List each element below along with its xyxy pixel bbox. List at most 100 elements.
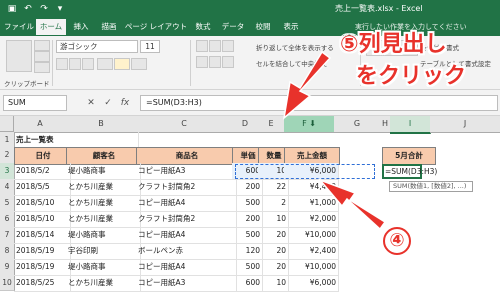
date-cell[interactable]: 2018/5/14 (14, 227, 71, 244)
customer-cell[interactable]: 堤小路商事 (66, 259, 141, 276)
customize-icon[interactable]: ▾ (54, 3, 66, 15)
column-header-b[interactable]: B (66, 116, 137, 133)
column-header-f-label: F (302, 119, 307, 128)
column-header-c[interactable]: C (136, 116, 233, 133)
sheet-title-cell[interactable]: 売上一覧表 (14, 132, 139, 148)
column-header-d[interactable]: D (232, 116, 259, 133)
active-cell-i3[interactable]: =SUM(D3:H3) (382, 164, 437, 179)
select-all-corner[interactable] (0, 116, 14, 132)
product-cell[interactable]: クラフト封筒角2 (136, 211, 237, 228)
date-cell[interactable]: 2018/5/25 (14, 275, 71, 292)
date-cell[interactable]: 2018/5/19 (14, 259, 71, 276)
italic-button[interactable] (69, 58, 81, 70)
insert-function-icon[interactable]: fx (119, 97, 131, 109)
customer-cell[interactable]: とかち川産業 (66, 195, 141, 212)
step5-callout-line2: をクリック (356, 64, 467, 89)
font-color-button[interactable] (131, 58, 147, 70)
border-button[interactable] (97, 58, 113, 70)
underline-button[interactable] (82, 58, 94, 70)
tab-draw[interactable]: 描画 (96, 19, 122, 35)
date-cell[interactable]: 2018/5/10 (14, 195, 71, 212)
date-cell[interactable]: 2018/5/10 (14, 211, 71, 228)
column-header-g[interactable]: G (334, 116, 381, 133)
fill-color-button[interactable] (114, 58, 130, 70)
paste-button[interactable] (6, 40, 32, 72)
sales-cell[interactable]: ¥10,000 (284, 259, 339, 276)
font-name-dropdown[interactable]: 游ゴシック (56, 40, 138, 53)
row-header-6[interactable]: 6 (0, 211, 15, 228)
product-cell[interactable]: コピー用紙A4 (136, 227, 237, 244)
row-header-9[interactable]: 9 (0, 259, 15, 276)
align-top-button[interactable] (196, 40, 208, 52)
sales-cell[interactable]: ¥1,000 (284, 195, 339, 212)
product-cell[interactable]: コピー用紙A3 (136, 163, 237, 180)
product-cell[interactable]: クラフト封筒角2 (136, 179, 237, 196)
row-header-7[interactable]: 7 (0, 227, 15, 244)
wrap-text-button[interactable]: 折り返して全体を表示する (256, 42, 334, 52)
product-cell[interactable]: ボールペン赤 (136, 243, 237, 260)
tab-formulas[interactable]: 数式 (190, 19, 216, 35)
product-cell[interactable]: コピー用紙A4 (136, 259, 237, 276)
tab-page-layout[interactable]: ページ レイアウト (124, 19, 188, 35)
customer-cell[interactable]: とかち川産業 (66, 211, 141, 228)
column-header-a[interactable]: A (14, 116, 67, 133)
clipboard-group-label: クリップボード (4, 80, 50, 88)
group-separator (190, 40, 191, 86)
step4-badge: ④ (383, 227, 411, 255)
tab-insert[interactable]: 挿入 (68, 19, 94, 35)
customer-cell[interactable]: 宇谷印刷 (66, 243, 141, 260)
align-right-button[interactable] (222, 56, 234, 68)
row-header-2[interactable]: 2 (0, 147, 15, 164)
product-cell[interactable]: コピー用紙A4 (136, 195, 237, 212)
customer-cell[interactable]: とかち川産業 (66, 275, 141, 292)
format-painter-button[interactable] (34, 62, 50, 73)
row-header-3[interactable]: 3 (0, 163, 15, 180)
title-bar: ▣ ↶ ↷ ▾ 売上一覧表.xlsx - Excel (0, 0, 500, 18)
align-middle-button[interactable] (209, 40, 221, 52)
tab-file[interactable]: ファイル (4, 19, 34, 35)
customer-cell[interactable]: 堤小路商事 (66, 163, 141, 180)
merge-center-button[interactable]: セルを結合して中央揃え (256, 58, 327, 68)
customer-cell[interactable]: 堤小路商事 (66, 227, 141, 244)
name-box[interactable]: SUM (3, 95, 67, 111)
copy-button[interactable] (34, 51, 50, 62)
sales-cell[interactable]: ¥2,000 (284, 211, 339, 228)
date-cell[interactable]: 2018/5/2 (14, 163, 71, 180)
column-header-e[interactable]: E (258, 116, 285, 133)
undo-icon[interactable]: ↶ (22, 3, 34, 15)
save-icon[interactable]: ▣ (6, 3, 18, 15)
cancel-icon[interactable]: ✕ (85, 97, 97, 109)
tab-view[interactable]: 表示 (278, 19, 304, 35)
function-tooltip: SUM(数値1, [数値2], ...) (389, 181, 473, 192)
font-size-dropdown[interactable]: 11 (140, 40, 160, 53)
tab-home[interactable]: ホーム (36, 19, 66, 35)
align-center-button[interactable] (209, 56, 221, 68)
bold-button[interactable] (56, 58, 68, 70)
row-header-5[interactable]: 5 (0, 195, 15, 212)
header-cell-monthly-total[interactable]: 5月合計 (382, 147, 436, 165)
formula-input[interactable]: =SUM(D3:H3) (140, 95, 498, 111)
product-cell[interactable]: コピー用紙A3 (136, 275, 237, 292)
date-cell[interactable]: 2018/5/5 (14, 179, 71, 196)
cut-button[interactable] (34, 40, 50, 51)
column-header-i[interactable]: I (390, 116, 431, 134)
sales-cell[interactable]: ¥6,000 (284, 275, 339, 292)
column-header-j[interactable]: J (430, 116, 500, 133)
active-cell-formula: =SUM(D3:H3) (385, 167, 438, 176)
sales-cell[interactable]: ¥10,000 (284, 227, 339, 244)
enter-icon[interactable]: ✓ (102, 97, 114, 109)
tab-data[interactable]: データ (218, 19, 248, 35)
date-cell[interactable]: 2018/5/19 (14, 243, 71, 260)
customer-cell[interactable]: とかち川産業 (66, 179, 141, 196)
tab-review[interactable]: 校閲 (250, 19, 276, 35)
sales-cell[interactable]: ¥2,400 (284, 243, 339, 260)
redo-icon[interactable]: ↷ (38, 3, 50, 15)
row-header-8[interactable]: 8 (0, 243, 15, 260)
row-header-4[interactable]: 4 (0, 179, 15, 196)
sales-cell[interactable]: ¥4,400 (284, 179, 339, 196)
row-header-10[interactable]: 10 (0, 275, 15, 291)
column-header-f[interactable]: F ⬇ (284, 116, 335, 133)
align-left-button[interactable] (196, 56, 208, 68)
row-header-1[interactable]: 1 (0, 132, 15, 148)
align-bottom-button[interactable] (222, 40, 234, 52)
